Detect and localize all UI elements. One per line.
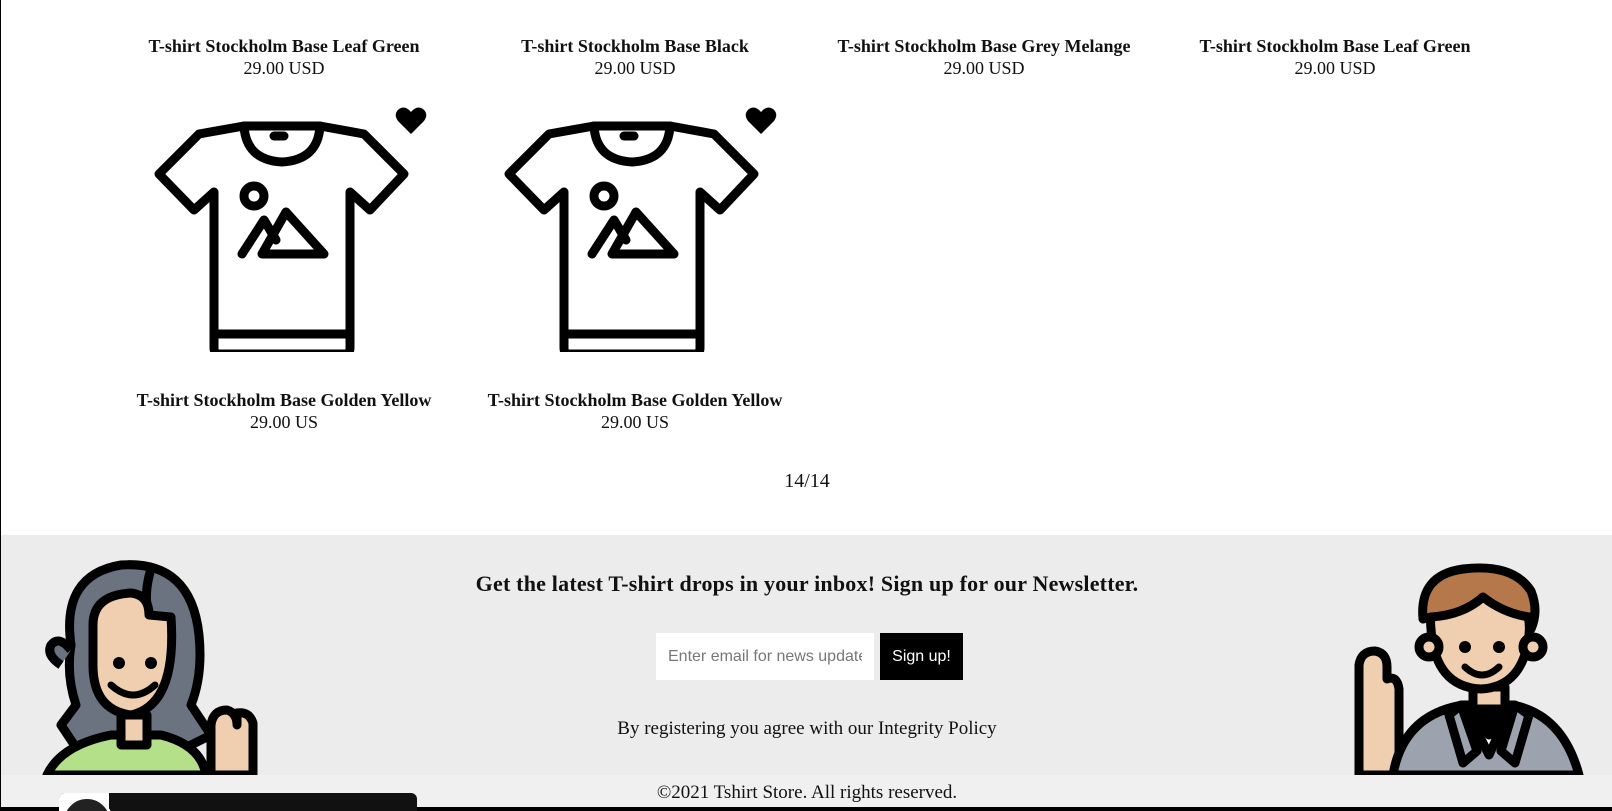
product-card[interactable]: [134, 102, 434, 352]
product-price: 29.00 US: [600, 412, 669, 432]
tshirt-placeholder-icon[interactable]: [134, 102, 434, 352]
product-label[interactable]: T-shirt Stockholm Base Black 29.00 USD: [465, 35, 805, 79]
signup-button[interactable]: Sign up!: [880, 633, 963, 680]
product-card[interactable]: [484, 102, 784, 352]
newsletter-title: Get the latest T-shirt drops in your inb…: [475, 571, 1139, 596]
product-name[interactable]: T-shirt Stockholm Base Golden Yellow: [465, 389, 805, 411]
product-name[interactable]: T-shirt Stockholm Base Leaf Green: [1165, 35, 1505, 57]
tshirt-placeholder-icon[interactable]: [484, 102, 784, 352]
product-name[interactable]: T-shirt Stockholm Base Golden Yellow: [114, 389, 454, 411]
product-name[interactable]: T-shirt Stockholm Base Leaf Green: [114, 35, 454, 57]
email-input[interactable]: [656, 633, 874, 680]
product-label[interactable]: T-shirt Stockholm Base Leaf Green 29.00 …: [1165, 35, 1505, 79]
page-indicator: 14/14: [784, 470, 830, 492]
agree-text: By registering you agree with our Integr…: [1, 718, 1612, 740]
product-price: 29.00 USD: [1294, 58, 1376, 78]
product-name[interactable]: T-shirt Stockholm Base Black: [465, 35, 805, 57]
agree-prefix: By registering you agree with our: [617, 718, 878, 739]
page: T-shirt Stockholm Base Leaf Green 29.00 …: [0, 0, 1612, 811]
product-label[interactable]: T-shirt Stockholm Base Golden Yellow 29.…: [114, 389, 454, 433]
product-price: 29.00 USD: [243, 58, 325, 78]
product-label[interactable]: T-shirt Stockholm Base Golden Yellow 29.…: [465, 389, 805, 433]
product-name[interactable]: T-shirt Stockholm Base Grey Melange: [814, 35, 1154, 57]
heart-icon[interactable]: [395, 106, 427, 136]
integrity-policy-link[interactable]: Integrity Policy: [878, 718, 997, 739]
product-price: 29.00 USD: [594, 58, 676, 78]
product-label[interactable]: T-shirt Stockholm Base Grey Melange 29.0…: [814, 35, 1154, 79]
pagination: 14/14: [1, 470, 1612, 493]
product-price: 29.00 USD: [943, 58, 1025, 78]
product-label[interactable]: T-shirt Stockholm Base Leaf Green 29.00 …: [114, 35, 454, 79]
chat-widget[interactable]: [59, 793, 417, 811]
newsletter-section: Get the latest T-shirt drops in your inb…: [1, 535, 1612, 775]
heart-icon[interactable]: [745, 106, 777, 136]
product-price: 29.00 US: [249, 412, 318, 432]
